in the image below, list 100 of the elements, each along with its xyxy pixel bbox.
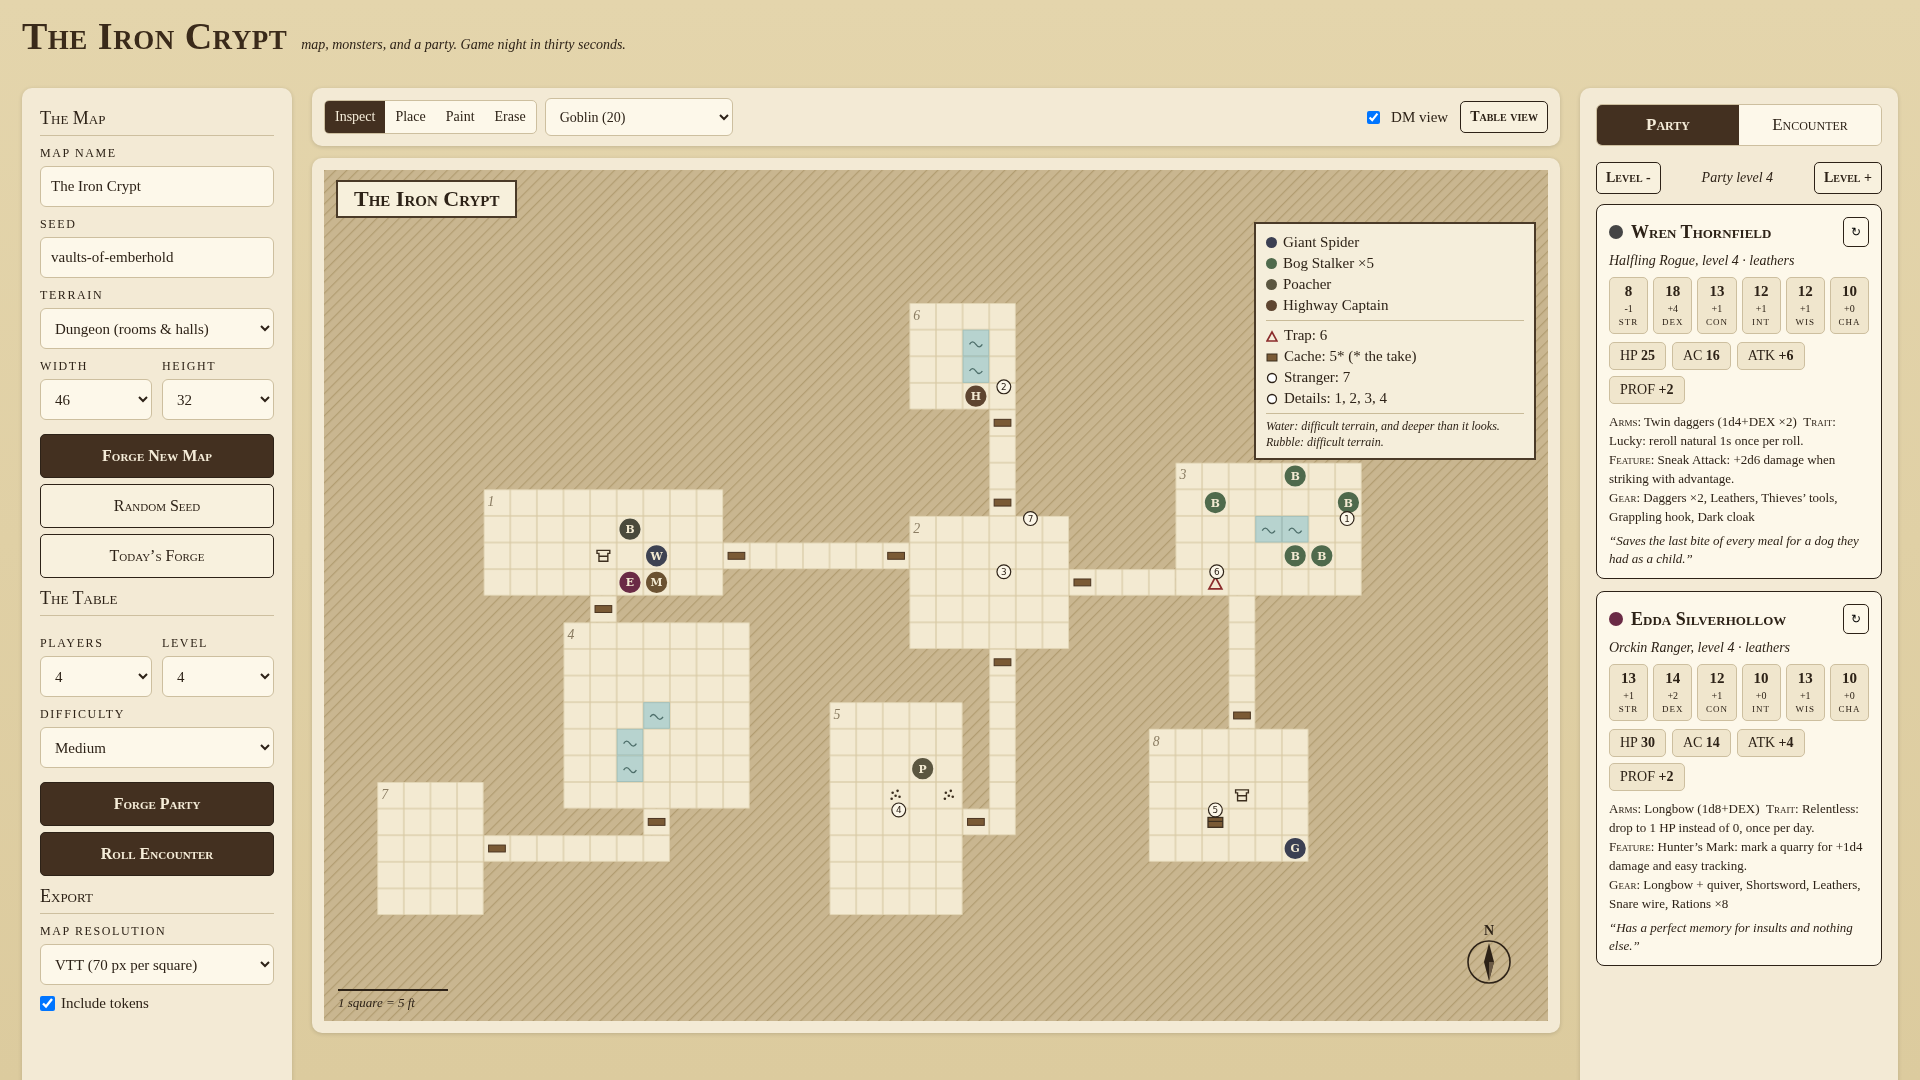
field-label: SEED <box>40 217 78 232</box>
difficulty-select[interactable]: Medium <box>40 727 274 768</box>
room-number: 4 <box>567 627 575 643</box>
action-button[interactable]: Roll Encounter <box>40 832 274 876</box>
character-details: Gear: Daggers ×2, Leathers, Thieves’ tools, Grappling hook, Dark cloak <box>1609 489 1839 526</box>
reroll-button[interactable]: ↻ <box>1843 217 1869 247</box>
map-title: The Iron Crypt <box>336 180 518 218</box>
creature-token[interactable]: H <box>963 384 988 409</box>
door-icon <box>647 817 666 826</box>
action-button[interactable]: Forge New Map <box>40 434 274 478</box>
detail-marker[interactable]: 6 <box>1209 564 1225 580</box>
pedestal-icon <box>1234 789 1250 802</box>
creature-token[interactable]: B <box>1283 543 1308 568</box>
character-details: Arms: Longbow (1d8+DEX) Trait: Relentless: drop to 1 HP instead of 0, once per day. <box>1609 800 1860 837</box>
mode-tab[interactable]: Erase <box>484 101 536 133</box>
level-up-button[interactable]: Level + <box>1813 162 1882 194</box>
creature-token[interactable]: B <box>1283 463 1308 489</box>
creature-token[interactable]: W <box>644 543 669 568</box>
character-name: Wren Thornfield <box>1631 221 1773 243</box>
water-tile <box>643 702 670 729</box>
creature-select[interactable]: Goblin (20) <box>544 98 733 136</box>
rubble-icon <box>943 789 955 801</box>
door-icon <box>488 844 506 853</box>
door-icon <box>727 551 746 560</box>
stat-badge: PROF +2 <box>1609 763 1685 791</box>
stat-badge: HP 25 <box>1609 342 1666 370</box>
room-number: 7 <box>381 786 389 802</box>
section-heading: The Table <box>40 588 274 616</box>
resolution-select[interactable]: VTT (70 px per square) <box>40 944 274 985</box>
width-select[interactable]: 46 <box>40 379 152 420</box>
checkbox-label: DM view <box>1391 108 1449 126</box>
field-label: HEIGHT <box>162 359 218 374</box>
terrain-select[interactable]: Dungeon (rooms & halls) <box>40 308 274 349</box>
stat-badge: AC 14 <box>1671 729 1731 757</box>
legend-note: Rubble: difficult terrain. <box>1266 434 1385 450</box>
ring-icon <box>1266 371 1278 384</box>
door-icon <box>887 551 905 560</box>
checkbox[interactable] <box>1367 110 1381 124</box>
creature-token[interactable]: B <box>1309 543 1334 568</box>
ability-score: 10 +0 CHA <box>1829 664 1869 721</box>
trap-icon <box>1266 329 1278 342</box>
ability-score: 13 +1 CON <box>1697 277 1737 334</box>
chest-icon <box>1266 350 1278 363</box>
checkbox-label: Include tokens <box>61 995 149 1012</box>
detail-marker[interactable]: 1 <box>1339 511 1355 527</box>
party-level: Party level 4 <box>1701 170 1774 186</box>
level-select[interactable]: 4 <box>162 656 274 697</box>
ability-score: 10 +0 CHA <box>1829 277 1869 334</box>
room-number: 6 <box>913 307 921 323</box>
field-label: LEVEL <box>162 636 209 651</box>
legend-label: Bog Stalker ×5 <box>1283 254 1374 273</box>
creature-token[interactable]: E <box>617 570 643 595</box>
pedestal-icon <box>596 549 611 562</box>
action-button[interactable]: Forge Party <box>40 782 274 826</box>
action-button[interactable]: Random Seed <box>40 484 274 528</box>
mode-tab[interactable]: Inspect <box>325 101 386 133</box>
scale-label: 1 square = 5 ft <box>338 995 416 1012</box>
detail-marker[interactable]: 3 <box>996 564 1012 580</box>
character-details: Feature: Sneak Attack: +2d6 damage when striking with advantage. <box>1609 451 1837 488</box>
table-view-button[interactable]: Table view <box>1460 101 1548 133</box>
water-tile <box>962 329 990 357</box>
compass-icon <box>1466 939 1512 986</box>
door-icon <box>993 418 1012 427</box>
mode-tab[interactable]: Paint <box>435 101 485 133</box>
ability-score: 12 +1 WIS <box>1785 277 1825 334</box>
seed-field[interactable]: vaults-of-emberhold <box>40 237 274 278</box>
creature-token[interactable]: B <box>617 517 643 542</box>
creature-token[interactable]: G <box>1283 836 1308 861</box>
ability-score: 8 -1 STR <box>1609 277 1649 334</box>
detail-marker[interactable]: 4 <box>891 802 907 818</box>
panel-tab[interactable]: Party <box>1597 105 1739 145</box>
creature-token[interactable]: P <box>910 756 935 781</box>
height-select[interactable]: 32 <box>162 379 274 420</box>
stat-badge: ATK +4 <box>1736 729 1805 757</box>
detail-marker[interactable]: 2 <box>996 379 1012 395</box>
water-tile <box>616 728 644 756</box>
room-number: 8 <box>1152 733 1160 749</box>
detail-marker[interactable]: 5 <box>1207 802 1223 818</box>
action-button[interactable]: Today’s Forge <box>40 534 274 578</box>
detail-marker[interactable]: 7 <box>1022 511 1038 527</box>
legend-label: Giant Spider <box>1283 233 1360 252</box>
map-name-field[interactable]: The Iron Crypt <box>40 166 274 207</box>
water-tile <box>1281 515 1309 543</box>
field-label: MAP RESOLUTION <box>40 924 168 939</box>
mode-tab[interactable]: Place <box>385 101 436 133</box>
door-icon <box>967 817 985 826</box>
panel-tab[interactable]: Encounter <box>1739 105 1881 145</box>
app-title: The Iron Crypt <box>22 14 288 58</box>
water-tile <box>962 356 990 383</box>
players-select[interactable]: 4 <box>40 656 152 697</box>
room-number: 2 <box>913 520 921 536</box>
legend-label: Cache: 5* (* the take) <box>1284 347 1417 366</box>
ability-score: 10 +0 INT <box>1741 664 1781 721</box>
reroll-button[interactable]: ↻ <box>1843 604 1869 634</box>
ability-score: 14 +2 DEX <box>1653 664 1693 721</box>
level-down-button[interactable]: Level - <box>1596 162 1661 194</box>
checkbox[interactable] <box>40 996 55 1011</box>
ring-icon <box>1266 392 1278 405</box>
field-label: MAP NAME <box>40 146 118 161</box>
stat-badge: PROF +2 <box>1609 376 1685 404</box>
